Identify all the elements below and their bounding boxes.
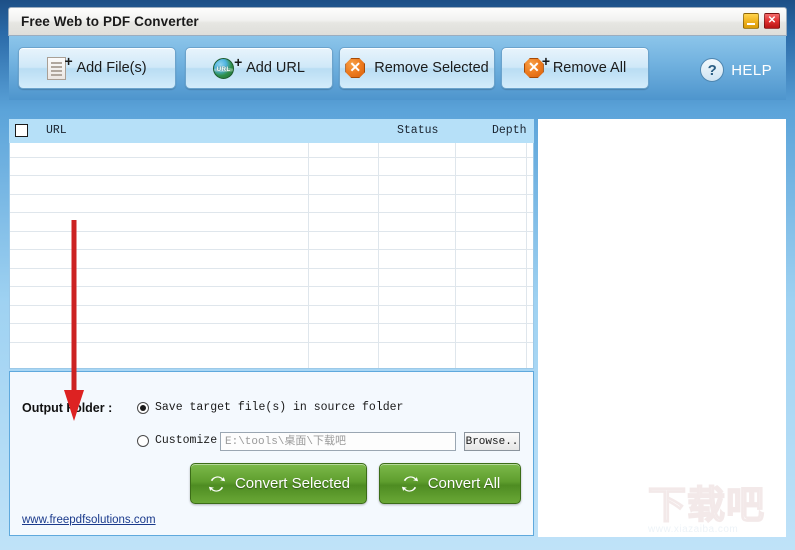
remove-selected-label: Remove Selected [374, 60, 489, 76]
close-icon: ✕ [767, 15, 777, 26]
radio-source-label: Save target file(s) in source folder [155, 401, 404, 414]
file-list[interactable] [9, 119, 534, 369]
help-label: HELP [731, 61, 772, 79]
remove-x-icon: ✕ [345, 56, 367, 80]
radio-save-in-source-folder[interactable]: Save target file(s) in source folder [137, 401, 403, 414]
remove-selected-button[interactable]: ✕ Remove Selected [339, 47, 495, 89]
convert-all-label: Convert All [427, 475, 501, 492]
application-window: Free Web to PDF Converter ✕ + Add File(s… [0, 0, 795, 550]
remove-all-button[interactable]: ✕ + Remove All [501, 47, 649, 89]
toolbar: + Add File(s) URL + Add URL ✕ Remove Sel… [9, 36, 786, 100]
add-files-label: Add File(s) [76, 60, 147, 76]
window-controls: ✕ [743, 13, 780, 29]
recycle-icon [400, 474, 420, 494]
select-all-checkbox[interactable] [15, 124, 28, 137]
question-mark-icon: ? [700, 58, 725, 82]
radio-customize-label: Customize [155, 434, 218, 447]
minimize-icon [747, 22, 755, 25]
preview-panel[interactable] [538, 119, 786, 537]
globe-url-plus-icon: URL + [213, 55, 242, 81]
add-url-label: Add URL [246, 60, 305, 76]
column-header-depth[interactable]: Depth [492, 124, 527, 137]
minimize-button[interactable] [743, 13, 759, 29]
close-button[interactable]: ✕ [764, 13, 780, 29]
website-link[interactable]: www.freepdfsolutions.com [22, 514, 156, 526]
recycle-icon [207, 474, 227, 494]
add-url-button[interactable]: URL + Add URL [185, 47, 333, 89]
add-files-button[interactable]: + Add File(s) [18, 47, 176, 89]
remove-all-label: Remove All [552, 60, 627, 76]
help-button[interactable]: ? HELP [700, 58, 772, 82]
document-plus-icon: + [47, 54, 73, 81]
column-header-status[interactable]: Status [397, 124, 438, 137]
title-bar: Free Web to PDF Converter ✕ [8, 7, 787, 36]
browse-button[interactable]: Browse.. [464, 432, 520, 451]
output-path-input[interactable]: E:\tools\桌面\下载吧 [220, 432, 456, 451]
radio-source-indicator[interactable] [137, 401, 149, 414]
output-folder-label: Output Folder : [22, 401, 113, 415]
column-header-url[interactable]: URL [46, 124, 67, 137]
file-list-grid [10, 120, 533, 368]
radio-customize-folder[interactable]: Customize [137, 434, 217, 447]
output-folder-panel [9, 371, 534, 536]
convert-all-button[interactable]: Convert All [379, 463, 521, 504]
radio-customize-indicator[interactable] [137, 434, 149, 447]
remove-all-x-plus-icon: ✕ + [523, 54, 550, 80]
window-title: Free Web to PDF Converter [21, 14, 199, 29]
convert-selected-label: Convert Selected [234, 475, 351, 492]
convert-selected-button[interactable]: Convert Selected [190, 463, 367, 504]
file-list-header: URL Status Depth [9, 119, 534, 143]
